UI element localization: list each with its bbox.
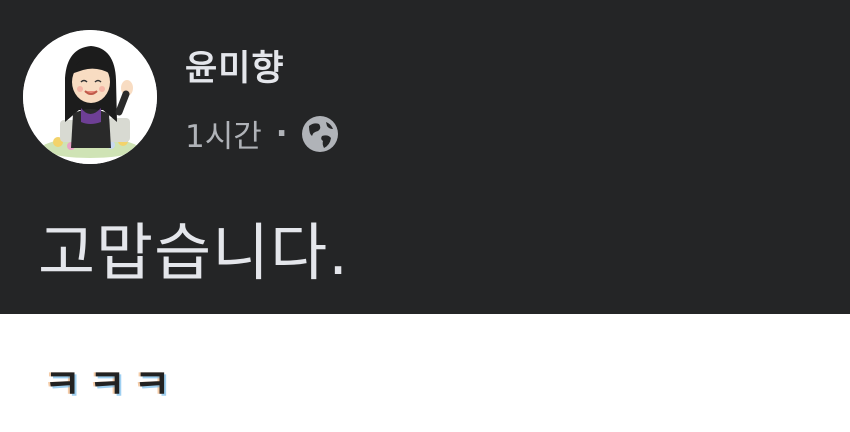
avatar-illustration [23,30,157,164]
post-timestamp[interactable]: 1시간 [185,111,262,156]
globe-icon[interactable] [300,114,340,154]
post-card: 윤미향 1시간 · 고맙습니다. [0,0,850,314]
profile-avatar[interactable] [23,30,157,164]
meta-separator: · [275,115,288,152]
post-meta: 1시간 · [185,111,340,156]
author-name[interactable]: 윤미향 [185,40,285,91]
reply-text: ㅋㅋㅋ [44,362,179,408]
post-message: 고맙습니다. [38,216,349,289]
